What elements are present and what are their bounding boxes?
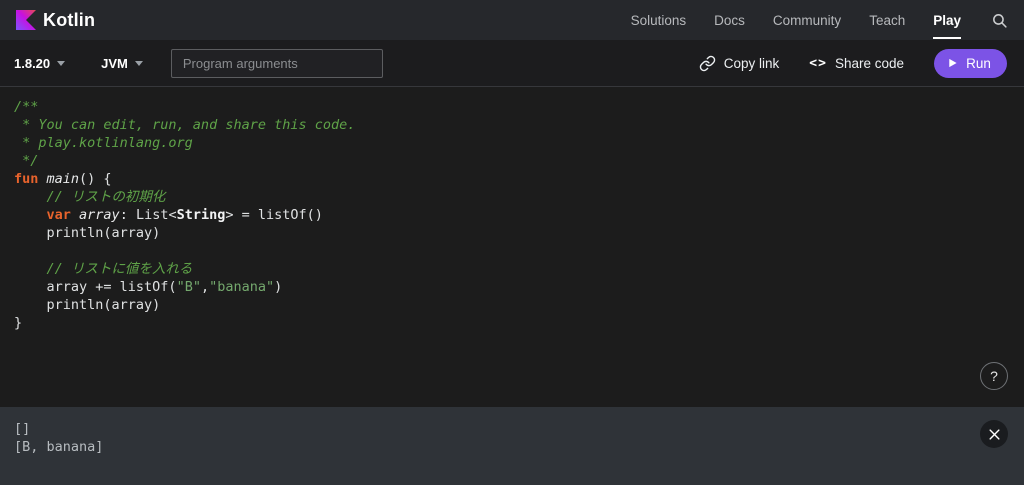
- kotlin-k-icon: [16, 10, 36, 30]
- nav-item-play[interactable]: Play: [933, 0, 961, 40]
- code-line: array += listOf("B","banana"): [14, 278, 1010, 296]
- code-line: */: [14, 152, 1010, 170]
- console-output-line: []: [14, 420, 1010, 438]
- question-mark-icon: ?: [990, 368, 998, 384]
- top-nav-bar: Kotlin Solutions Docs Community Teach Pl…: [0, 0, 1024, 40]
- search-button[interactable]: [991, 12, 1008, 29]
- code-brackets-icon: <>: [809, 56, 827, 71]
- chevron-down-icon: [57, 61, 65, 66]
- code-line: * You can edit, run, and share this code…: [14, 116, 1010, 134]
- code-line: // リストの初期化: [14, 188, 1010, 206]
- help-button[interactable]: ?: [980, 362, 1008, 390]
- code-line: /**: [14, 98, 1010, 116]
- platform-value: JVM: [101, 56, 128, 71]
- nav-item-community[interactable]: Community: [773, 0, 841, 40]
- logo-text: Kotlin: [43, 10, 95, 31]
- share-code-label: Share code: [835, 56, 904, 71]
- nav-item-solutions[interactable]: Solutions: [631, 0, 687, 40]
- code-editor[interactable]: /** * You can edit, run, and share this …: [0, 87, 1024, 407]
- run-label: Run: [966, 56, 991, 71]
- kotlin-version-value: 1.8.20: [14, 56, 50, 71]
- code-line: * play.kotlinlang.org: [14, 134, 1010, 152]
- code-line: // リストに値を入れる: [14, 260, 1010, 278]
- kotlin-logo[interactable]: Kotlin: [16, 10, 95, 31]
- copy-link-button[interactable]: Copy link: [699, 55, 780, 72]
- toolbar-actions: Copy link <> Share code Run: [699, 49, 1007, 78]
- run-button[interactable]: Run: [934, 49, 1007, 78]
- nav-item-teach[interactable]: Teach: [869, 0, 905, 40]
- program-arguments-input[interactable]: [171, 49, 383, 78]
- output-console: [] [B, banana]: [0, 407, 1024, 485]
- console-output-line: [B, banana]: [14, 438, 1010, 456]
- code-line: println(array): [14, 224, 1010, 242]
- platform-dropdown[interactable]: JVM: [101, 56, 143, 71]
- code-line: fun main() {: [14, 170, 1010, 188]
- nav-item-docs[interactable]: Docs: [714, 0, 745, 40]
- close-icon: [988, 428, 1001, 441]
- code-line: [14, 242, 1010, 260]
- code-area: /** * You can edit, run, and share this …: [14, 98, 1010, 332]
- code-line: }: [14, 314, 1010, 332]
- close-console-button[interactable]: [980, 420, 1008, 448]
- copy-link-label: Copy link: [724, 56, 780, 71]
- code-line: println(array): [14, 296, 1010, 314]
- main-nav: Solutions Docs Community Teach Play: [631, 0, 1008, 40]
- share-code-button[interactable]: <> Share code: [809, 56, 904, 71]
- code-line: var array: List<String> = listOf(): [14, 206, 1010, 224]
- link-icon: [699, 55, 716, 72]
- chevron-down-icon: [135, 61, 143, 66]
- playground-toolbar: 1.8.20 JVM Copy link <> Share code Run: [0, 40, 1024, 87]
- play-icon: [947, 57, 958, 69]
- kotlin-version-dropdown[interactable]: 1.8.20: [14, 56, 65, 71]
- search-icon: [991, 12, 1008, 29]
